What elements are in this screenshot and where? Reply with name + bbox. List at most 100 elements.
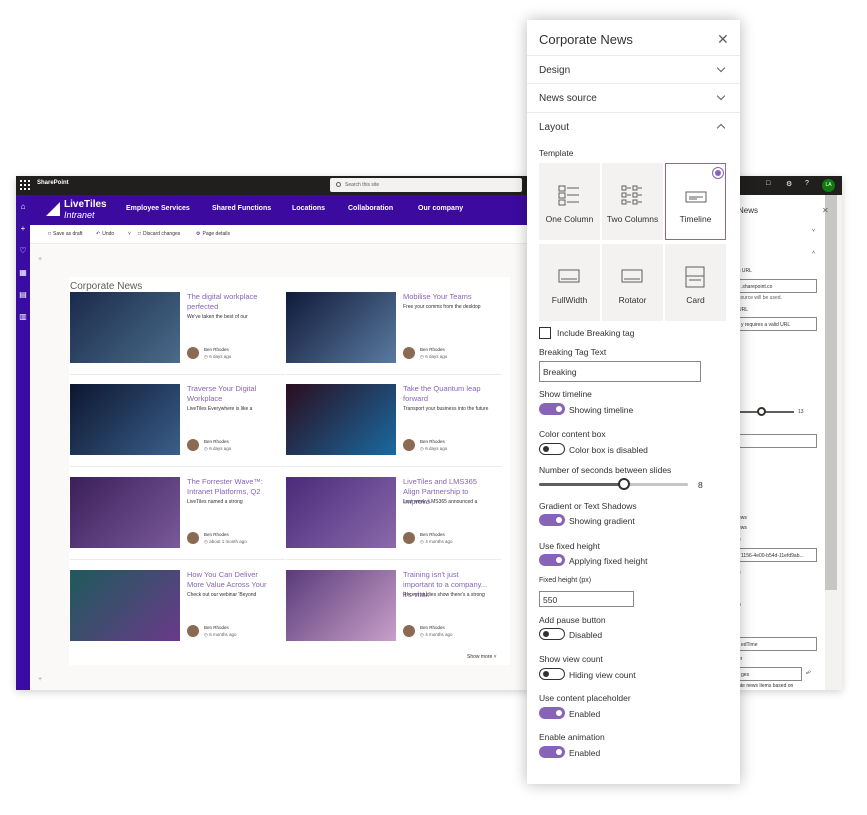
pause-button-label: Add pause button	[539, 615, 606, 625]
news-title[interactable]: How You Can Deliver More Value Across Yo…	[187, 570, 275, 590]
avatar[interactable]: LA	[822, 179, 835, 192]
color-content-box-toggle[interactable]	[539, 443, 565, 455]
news-item[interactable]: Take the Quantum leap forward Transport y…	[286, 384, 501, 467]
hub-link-employee-services[interactable]: Employee Services	[126, 205, 190, 212]
gradient-toggle[interactable]	[539, 514, 565, 526]
news-excerpt: We've taken the best of our	[187, 314, 248, 320]
bell-icon[interactable]: □	[766, 180, 770, 187]
news-item[interactable]: The Forrester Wave™: Intranet Platforms,…	[70, 477, 285, 560]
one-column-icon	[558, 185, 579, 206]
search-box[interactable]: Search this site	[330, 178, 522, 192]
help-icon[interactable]: ?	[805, 180, 809, 187]
create-icon[interactable]: +	[19, 225, 27, 233]
edit-pane-slider[interactable]	[738, 411, 794, 413]
news-date: ◷ 4 months ago	[420, 632, 453, 637]
app-launcher-icon[interactable]	[20, 180, 30, 190]
accordion-layout[interactable]: Layout	[527, 113, 740, 142]
edit-pane-url-field-2[interactable]: y requires a valid URL	[738, 317, 817, 331]
news-thumbnail[interactable]	[70, 292, 180, 363]
edit-pane-snippet: ate news items based on	[738, 683, 794, 689]
seconds-slider-thumb[interactable]	[618, 478, 631, 490]
accordion-layout-label: Layout	[539, 122, 570, 133]
template-timeline[interactable]: Timeline	[665, 163, 726, 240]
include-breaking-tag-checkbox[interactable]	[539, 327, 551, 339]
save-draft-button[interactable]: □ Save as draft	[48, 231, 83, 237]
page-details-button[interactable]: ⚙ Page details	[196, 231, 230, 237]
news-item[interactable]: Traverse Your Digital Workplace LiveTiles…	[70, 384, 285, 467]
close-icon[interactable]: ✕	[717, 31, 729, 48]
news-date: ◷ 4 months ago	[420, 539, 453, 544]
add-section-top-icon[interactable]: +	[38, 256, 42, 263]
accordion-design[interactable]: Design	[527, 55, 740, 84]
content-placeholder-toggle[interactable]	[539, 707, 565, 719]
close-icon[interactable]: ✕	[822, 206, 829, 215]
undo-button[interactable]: ↶ Undo	[96, 231, 114, 237]
accordion-news-source[interactable]: News source	[527, 84, 740, 113]
hub-link-our-company[interactable]: Our company	[418, 205, 463, 212]
app-name[interactable]: SharePoint	[37, 180, 69, 186]
edit-pane-field-3[interactable]	[738, 434, 817, 448]
undo-dropdown-icon[interactable]: ˅	[128, 231, 131, 237]
news-excerpt: LiveTiles named a strong	[187, 499, 243, 505]
hub-link-collaboration[interactable]: Collaboration	[348, 205, 393, 212]
hub-link-shared-functions[interactable]: Shared Functions	[212, 205, 271, 212]
add-section-bottom-icon[interactable]: +	[38, 676, 42, 683]
follow-icon[interactable]: ♡	[19, 247, 27, 255]
show-more-link[interactable]: Show more ˅	[467, 654, 497, 660]
news-item[interactable]: LiveTiles and LMS365 Align Partnership t…	[286, 477, 501, 560]
news-title[interactable]: Take the Quantum leap forward	[403, 384, 491, 404]
gear-icon[interactable]: ⚙	[786, 180, 792, 188]
template-name: Timeline	[679, 214, 712, 224]
undo-label: Undo	[102, 231, 115, 237]
news-thumbnail[interactable]	[70, 570, 180, 641]
news-title[interactable]: Traverse Your Digital Workplace	[187, 384, 275, 404]
pause-button-toggle[interactable]	[539, 628, 565, 640]
discard-changes-button[interactable]: □ Discard changes	[138, 231, 180, 237]
logo-subtitle: Intranet	[64, 210, 95, 220]
news-thumbnail[interactable]	[70, 477, 180, 548]
fixed-height-px-input[interactable]: 550	[539, 591, 634, 607]
news-item[interactable]: The digital workplace perfected We've tak…	[70, 292, 285, 375]
chevron-down-icon[interactable]: ˅	[812, 228, 815, 234]
edit-pane-pages-field[interactable]: ges	[738, 667, 802, 681]
template-one-column[interactable]: One Column	[539, 163, 600, 240]
news-date-text: 6 days ago	[209, 446, 232, 451]
edit-pane-scrollbar[interactable]	[825, 195, 837, 590]
chevron-up-icon[interactable]: ˄	[812, 250, 815, 256]
template-fullwidth[interactable]: FullWidth	[539, 244, 600, 321]
edit-pane-url-field[interactable]: .sharepoint.co	[738, 279, 817, 293]
sites-icon[interactable]: ▦	[19, 269, 27, 277]
news-title[interactable]: Mobilise Your Teams	[403, 292, 491, 302]
news-title[interactable]: The digital workplace perfected	[187, 292, 275, 312]
template-rotator[interactable]: Rotator	[602, 244, 663, 321]
edit-pane-sort-field[interactable]: edTime	[738, 637, 817, 651]
edit-pane-slider-value: 13	[798, 409, 804, 415]
news-thumbnail[interactable]	[286, 477, 396, 548]
news-icon[interactable]: ▤	[19, 291, 27, 299]
template-two-columns[interactable]: Two Columns	[602, 163, 663, 240]
show-timeline-toggle[interactable]	[539, 403, 565, 415]
seconds-slider-track[interactable]	[539, 483, 688, 486]
hub-link-locations[interactable]: Locations	[292, 205, 325, 212]
news-title[interactable]: The Forrester Wave™: Intranet Platforms,…	[187, 477, 275, 497]
news-thumbnail[interactable]	[70, 384, 180, 455]
news-thumbnail[interactable]	[286, 292, 396, 363]
news-item[interactable]: Mobilise Your Teams Free your comms from …	[286, 292, 501, 375]
edit-pane-slider-thumb[interactable]	[757, 407, 766, 416]
news-item[interactable]: Training isn't just important to a compa…	[286, 570, 487, 646]
news-thumbnail[interactable]	[286, 570, 396, 641]
calendar-icon[interactable]: ▥	[19, 313, 27, 321]
view-count-toggle[interactable]	[539, 668, 565, 680]
save-draft-label: Save as draft	[53, 231, 83, 237]
fixed-height-toggle[interactable]	[539, 554, 565, 566]
link-icon[interactable]: ☍	[806, 670, 811, 676]
animation-toggle[interactable]	[539, 746, 565, 758]
news-thumbnail[interactable]	[286, 384, 396, 455]
home-icon[interactable]: ⌂	[19, 203, 27, 211]
view-count-label: Show view count	[539, 654, 603, 664]
breaking-tag-text-input[interactable]: Breaking	[539, 361, 701, 382]
news-divider	[286, 374, 501, 375]
edit-pane-guid-field[interactable]: 1156-4e00-b54d-11efd9ab...	[738, 548, 817, 562]
news-item[interactable]: How You Can Deliver More Value Across Yo…	[70, 570, 270, 646]
template-card[interactable]: Card	[665, 244, 726, 321]
